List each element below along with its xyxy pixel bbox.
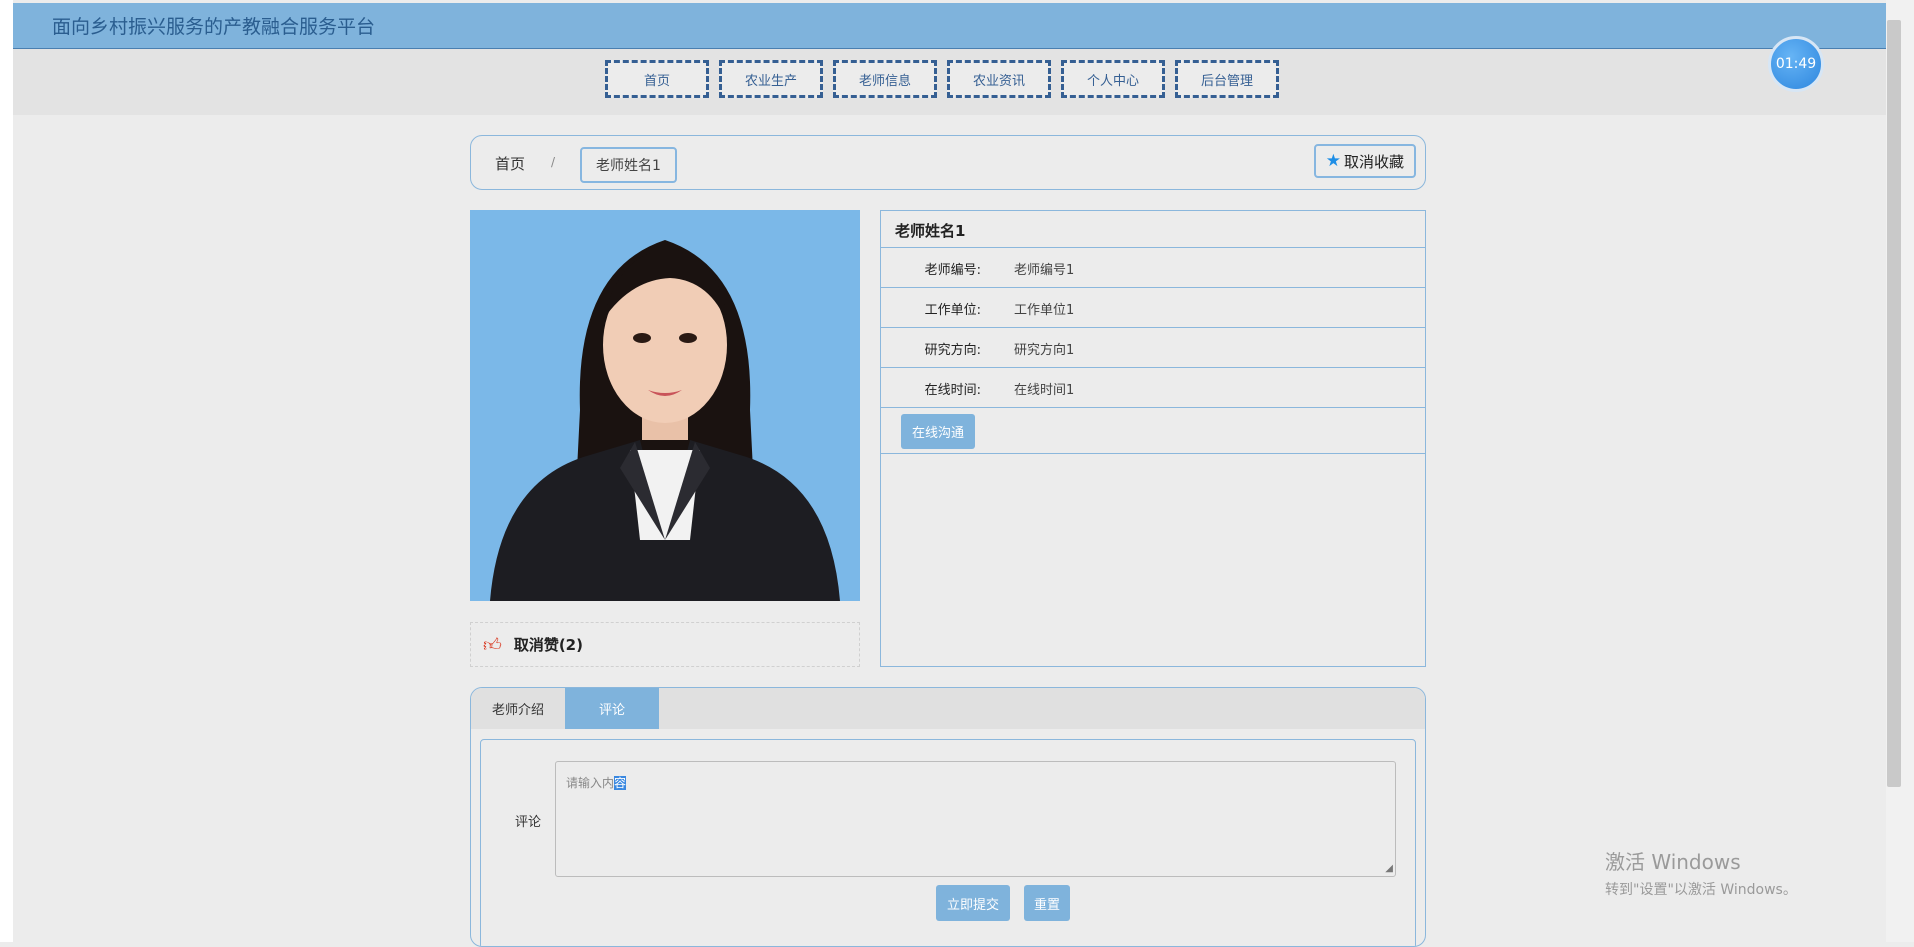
info-value: 老师编号1 [1014, 263, 1075, 278]
tab-bar: 老师介绍 评论 [471, 688, 1425, 729]
windows-activation-watermark: 激活 Windows 转到"设置"以激活 Windows。 [1605, 846, 1797, 899]
comment-form: 评论 请输入内容 ◢ 立即提交 重置 [480, 739, 1416, 946]
info-row-teacher-id: 老师编号: 老师编号1 [881, 248, 1425, 288]
teacher-info-panel: 老师姓名1 老师编号: 老师编号1 工作单位: 工作单位1 研究方向: 研究方向… [880, 210, 1426, 667]
nav-personal-center[interactable]: 个人中心 [1061, 60, 1165, 98]
teacher-photo [470, 210, 860, 601]
nav-agri-production[interactable]: 农业生产 [719, 60, 823, 98]
comment-placeholder: 请输入内 [566, 776, 615, 790]
info-row-research: 研究方向: 研究方向1 [881, 328, 1425, 368]
info-label: 在线时间: [924, 383, 981, 398]
resize-handle-icon[interactable]: ◢ [1385, 863, 1393, 874]
info-label: 老师编号: [924, 263, 981, 278]
breadcrumb-separator: / [551, 155, 556, 169]
info-label: 研究方向: [924, 343, 981, 358]
info-value: 在线时间1 [1014, 383, 1075, 398]
window-edge [0, 0, 13, 942]
breadcrumb: 首页 / 老师姓名1 ★ 取消收藏 [470, 135, 1426, 190]
info-row-workplace: 工作单位: 工作单位1 [881, 288, 1425, 328]
scrollbar-thumb[interactable] [1887, 20, 1901, 787]
portrait-image [470, 210, 860, 601]
reset-button[interactable]: 重置 [1024, 885, 1070, 921]
star-icon: ★ [1325, 151, 1341, 171]
detail-tabs: 老师介绍 评论 评论 请输入内容 ◢ 立即提交 重置 [470, 687, 1426, 947]
info-row-online-time: 在线时间: 在线时间1 [881, 368, 1425, 408]
like-count-label: 取消赞(2) [513, 636, 583, 654]
info-value: 研究方向1 [1014, 343, 1075, 358]
nav-teacher-info[interactable]: 老师信息 [833, 60, 937, 98]
nav-admin[interactable]: 后台管理 [1175, 60, 1279, 98]
info-actions: 在线沟通 [881, 408, 1425, 454]
tab-comments[interactable]: 评论 [565, 688, 659, 729]
comment-placeholder-selection: 容 [614, 776, 627, 790]
watermark-line1: 激活 Windows [1605, 850, 1741, 874]
tab-teacher-intro[interactable]: 老师介绍 [471, 688, 565, 729]
thumbs-up-icon: 👍︎ [483, 634, 502, 656]
comment-label: 评论 [515, 815, 542, 830]
teacher-name: 老师姓名1 [880, 210, 1426, 248]
online-chat-button[interactable]: 在线沟通 [901, 414, 975, 449]
nav-agri-news[interactable]: 农业资讯 [947, 60, 1051, 98]
like-toggle[interactable]: 👍︎ 取消赞(2) [470, 622, 860, 667]
unfavorite-button[interactable]: ★ 取消收藏 [1313, 144, 1416, 178]
submit-button[interactable]: 立即提交 [936, 885, 1010, 921]
breadcrumb-current: 老师姓名1 [580, 147, 677, 183]
main-nav: 首页 农业生产 老师信息 农业资讯 个人中心 后台管理 [605, 60, 1279, 98]
comment-textarea[interactable]: 请输入内容 ◢ [555, 761, 1396, 877]
unfavorite-label: 取消收藏 [1343, 152, 1404, 171]
timer-badge[interactable]: 01:49 [1768, 36, 1824, 92]
watermark-line2: 转到"设置"以激活 Windows。 [1605, 882, 1797, 898]
header-bar: 面向乡村振兴服务的产教融合服务平台 [13, 3, 1886, 49]
breadcrumb-home[interactable]: 首页 [495, 153, 525, 174]
info-label: 工作单位: [924, 303, 981, 318]
nav-home[interactable]: 首页 [605, 60, 709, 98]
info-value: 工作单位1 [1014, 303, 1075, 318]
site-title: 面向乡村振兴服务的产教融合服务平台 [52, 16, 376, 38]
